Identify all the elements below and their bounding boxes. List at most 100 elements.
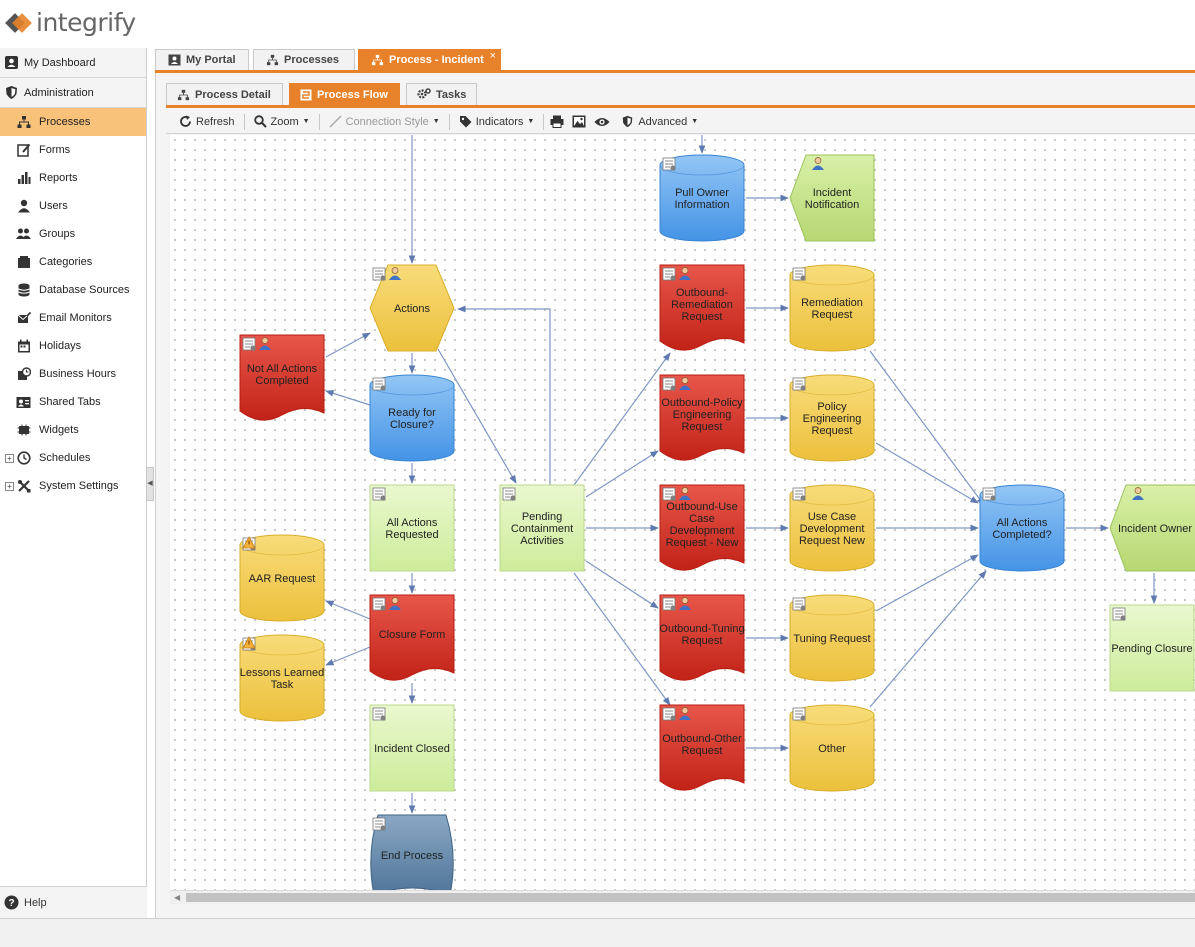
sidebar-item-widgets[interactable]: Widgets — [0, 416, 146, 444]
sidebar-item-shared-tabs[interactable]: Shared Tabs — [0, 388, 146, 416]
flow-connector[interactable] — [325, 332, 371, 358]
sidebar-item-business-hours[interactable]: Business Hours — [0, 360, 146, 388]
sidebar-item-label: Widgets — [39, 424, 79, 436]
flow-node-ob-usecase[interactable]: Outbound-Use Case Development Request - New — [659, 484, 745, 571]
flow-connector[interactable] — [869, 350, 985, 506]
sidebar-item-groups[interactable]: Groups — [0, 220, 146, 248]
preview-button[interactable] — [590, 111, 614, 133]
flow-node-pending-containment[interactable]: Pending Containment Activities — [499, 484, 585, 572]
refresh-button[interactable]: Refresh — [172, 111, 242, 133]
caret-down-icon: ▼ — [527, 118, 535, 125]
flow-node-other[interactable]: Other — [789, 704, 875, 792]
flow-connector[interactable] — [875, 442, 979, 504]
tab-process-detail[interactable]: Process Detail — [166, 83, 283, 105]
zoom-dropdown[interactable]: Zoom ▼ — [247, 111, 317, 133]
flow-node-incident-notification[interactable]: Incident Notification — [789, 154, 875, 242]
assignee-icon — [681, 707, 689, 714]
expand-icon[interactable]: + — [5, 481, 14, 491]
sidebar-item-categories[interactable]: Categories — [0, 248, 146, 276]
flow-connector[interactable] — [325, 600, 371, 620]
flow-node-label: Ready for Closure? — [388, 407, 436, 431]
close-icon[interactable]: × — [490, 50, 496, 62]
flow-node-aar-request[interactable]: AAR Request — [239, 534, 325, 622]
flow-node-tuning-request[interactable]: Tuning Request — [789, 594, 875, 682]
export-image-button[interactable] — [568, 111, 590, 133]
flow-node-pending-closure[interactable]: Pending Closure — [1109, 604, 1195, 692]
sidebar-item-forms[interactable]: Forms — [0, 136, 146, 164]
tab-process-flow-label: Process Flow — [317, 88, 388, 101]
sidebar-help[interactable]: ? Help — [0, 886, 147, 918]
scrollbar-thumb[interactable] — [186, 893, 1195, 902]
flow-connector[interactable] — [325, 646, 371, 666]
flow-connector[interactable] — [875, 554, 979, 612]
flow-node-ob-tuning[interactable]: Outbound-Tuning Request — [659, 594, 745, 681]
eye-icon — [594, 117, 610, 126]
sidebar-item-holidays[interactable]: Holidays — [0, 332, 146, 360]
expand-icon[interactable]: + — [5, 453, 14, 463]
flow-node-all-actions-requested[interactable]: All Actions Requested — [369, 484, 455, 572]
sidebar-item-schedules[interactable]: + Schedules — [0, 444, 146, 472]
print-button[interactable] — [546, 111, 568, 133]
user-icon — [16, 199, 31, 214]
flow-node-actions[interactable]: Actions — [369, 264, 455, 352]
sidebar-item-users[interactable]: Users — [0, 192, 146, 220]
flow-node-closure-form[interactable]: Closure Form — [369, 594, 455, 681]
sidebar-item-database-sources[interactable]: Database Sources — [0, 276, 146, 304]
caret-down-icon: ▼ — [691, 118, 699, 125]
flow-node-policy-request[interactable]: Policy Engineering Request — [789, 374, 875, 462]
flow-node-ob-other[interactable]: Outbound-Other Request — [659, 704, 745, 791]
sidebar-my-dashboard[interactable]: My Dashboard — [0, 48, 146, 78]
sidebar-item-email-monitors[interactable]: Email Monitors — [0, 304, 146, 332]
flow-connector[interactable] — [573, 572, 671, 706]
integrify-logo[interactable]: integrify — [5, 8, 136, 37]
assignee-icon — [1134, 487, 1142, 494]
sidebar-item-label: Holidays — [39, 340, 82, 352]
sitemap-icon — [177, 89, 190, 100]
bar-chart-icon — [16, 171, 31, 186]
line-icon — [329, 115, 342, 128]
sidebar-item-system-settings[interactable]: + System Settings — [0, 472, 146, 500]
flow-node-not-all-actions[interactable]: Not All Actions Completed — [239, 334, 325, 421]
flow-node-label: Closure Form — [379, 629, 446, 641]
flow-connector[interactable] — [585, 450, 659, 498]
process-flow-canvas[interactable]: Pull Owner Information Incident Notificatio… — [170, 135, 1195, 890]
sidebar-collapse-handle[interactable]: ◀ — [146, 467, 154, 501]
flow-connector[interactable] — [573, 352, 671, 486]
flow-connector[interactable] — [585, 560, 659, 609]
flow-connector[interactable] — [457, 305, 551, 485]
sidebar-administration[interactable]: Administration — [0, 78, 146, 108]
portal-icon — [168, 54, 181, 66]
sidebar-item-label: Categories — [39, 256, 93, 268]
tab-my-portal[interactable]: My Portal — [155, 49, 249, 70]
flow-toolbar: Refresh Zoom ▼ Connection Style ▼ Indica… — [166, 110, 1195, 134]
advanced-dropdown[interactable]: Advanced ▼ — [614, 111, 705, 133]
tab-process-flow[interactable]: Process Flow — [289, 83, 400, 105]
flow-node-ob-policy[interactable]: Outbound-Policy Engineering Request — [659, 374, 745, 461]
flow-node-usecase-request[interactable]: Use Case Development Request New — [789, 484, 875, 572]
flow-node-lessons-learned[interactable]: Lessons Learned Task — [239, 634, 325, 722]
zoom-label: Zoom — [270, 115, 299, 128]
flow-node-pull-owner[interactable]: Pull Owner Information — [659, 154, 745, 242]
tab-process-incident[interactable]: Process - Incident × — [358, 49, 501, 70]
sidebar-item-label: Forms — [39, 144, 71, 156]
flow-node-remediation-request[interactable]: Remediation Request — [789, 264, 875, 352]
tools-icon — [16, 479, 31, 494]
flow-node-ready-for-closure[interactable]: Ready for Closure? — [369, 374, 455, 462]
tab-tasks[interactable]: Tasks — [406, 83, 477, 105]
indicators-dropdown[interactable]: Indicators ▼ — [452, 111, 542, 133]
sidebar-item-processes[interactable]: Processes — [0, 108, 146, 136]
assignee-icon — [681, 597, 689, 604]
scroll-left-icon[interactable]: ◀ — [174, 891, 180, 904]
flow-connector[interactable] — [325, 390, 371, 406]
connection-style-dropdown[interactable]: Connection Style ▼ — [322, 111, 447, 133]
flow-node-ob-remediation[interactable]: Outbound-Remediation Request — [659, 264, 745, 351]
tab-processes[interactable]: Processes — [253, 49, 355, 70]
flow-node-all-actions-completed[interactable]: All Actions Completed? — [979, 484, 1065, 572]
toolbar-divider — [543, 113, 545, 130]
flow-node-incident-owner[interactable]: Incident Owner — [1109, 484, 1195, 572]
flow-node-incident-closed[interactable]: Incident Closed — [369, 704, 455, 792]
flow-connector[interactable] — [869, 570, 987, 708]
flow-node-end-process[interactable]: End Process — [370, 814, 454, 890]
canvas-horizontal-scrollbar[interactable]: ◀ — [170, 890, 1195, 904]
sidebar-item-reports[interactable]: Reports — [0, 164, 146, 192]
